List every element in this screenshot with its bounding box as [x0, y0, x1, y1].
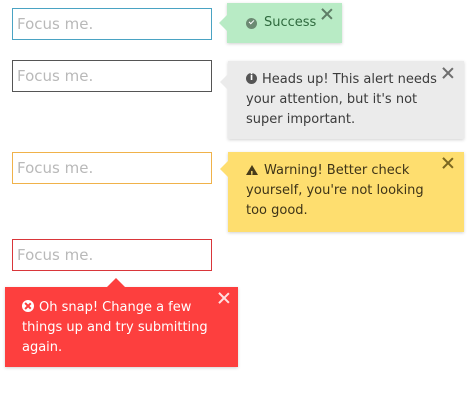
alert-arrow [220, 161, 228, 177]
input-placeholder: Focus me. [17, 15, 94, 33]
input-placeholder: Focus me. [17, 246, 94, 264]
alert-message: Oh snap! Change a few things up and try … [22, 300, 208, 355]
focus-input-success[interactable]: Focus me. [12, 8, 212, 40]
warning-triangle-icon [246, 165, 258, 185]
alert-arrow [219, 15, 227, 31]
success-alert: Success [219, 3, 342, 43]
close-icon[interactable] [218, 292, 230, 304]
input-placeholder: Focus me. [17, 159, 94, 177]
error-circle-icon [22, 300, 34, 312]
info-alert: Heads up! This alert needs your attentio… [220, 61, 464, 139]
alert-arrow [220, 74, 228, 90]
close-icon[interactable] [321, 8, 333, 20]
info-circle-icon [246, 68, 257, 88]
close-icon[interactable] [442, 157, 454, 169]
close-icon[interactable] [442, 67, 454, 79]
error-alert: Oh snap! Change a few things up and try … [5, 278, 238, 367]
check-circle-icon [246, 18, 257, 29]
warning-alert: Warning! Better check yourself, you're n… [220, 152, 464, 232]
input-placeholder: Focus me. [17, 67, 94, 85]
alert-message: Heads up! This alert needs your attentio… [246, 72, 437, 127]
alert-message: Warning! Better check yourself, you're n… [246, 163, 424, 218]
focus-input-error[interactable]: Focus me. [12, 239, 212, 271]
focus-input-warning[interactable]: Focus me. [12, 152, 212, 184]
focus-input-info[interactable]: Focus me. [12, 60, 212, 92]
alert-arrow [107, 278, 125, 287]
